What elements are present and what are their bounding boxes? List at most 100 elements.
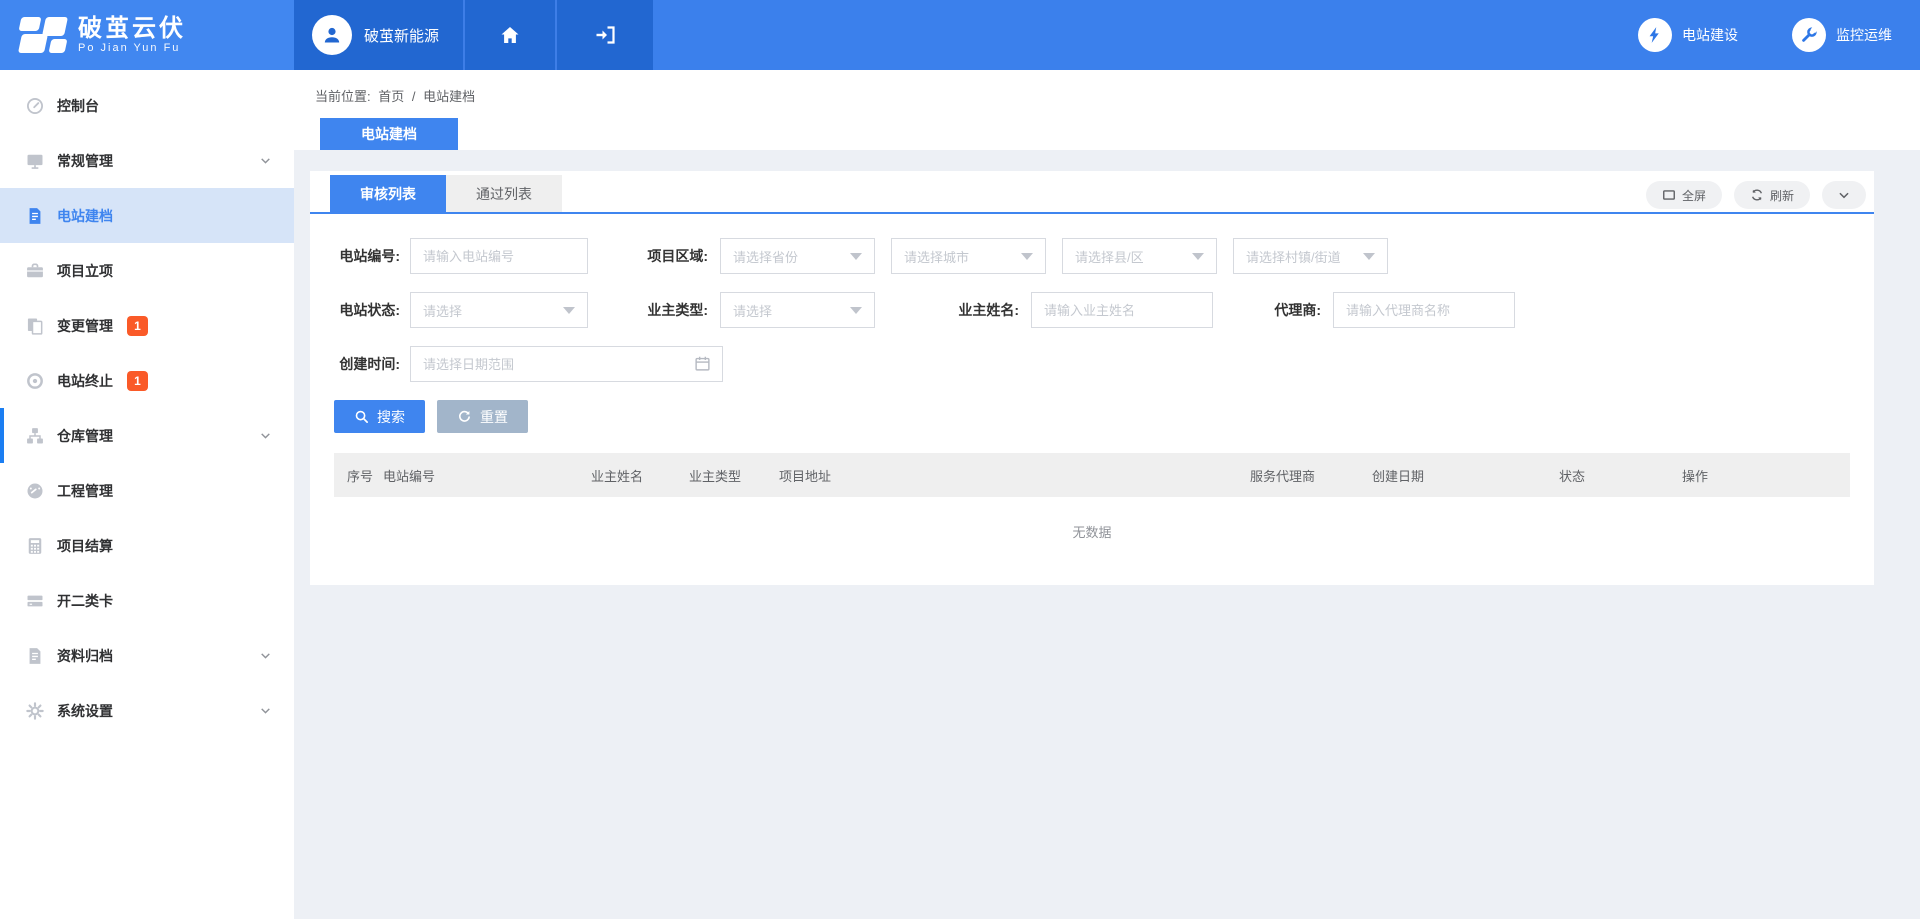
refresh-icon bbox=[1750, 188, 1764, 202]
collapse-button[interactable] bbox=[1822, 181, 1866, 209]
sidebar-item-label: 电站建档 bbox=[57, 206, 113, 226]
col-电站编号: 电站编号 bbox=[383, 466, 591, 485]
sidebar-item-label: 资料归档 bbox=[57, 646, 113, 666]
owner-type-placeholder: 请选择 bbox=[733, 301, 772, 320]
station-status-label: 电站状态: bbox=[334, 300, 410, 320]
caret-down-icon bbox=[1021, 253, 1033, 260]
user-account-button[interactable]: 破茧新能源 bbox=[294, 0, 463, 70]
mode-construction[interactable]: 电站建设 bbox=[1638, 18, 1738, 52]
calendar-icon bbox=[694, 355, 711, 372]
briefcase-icon bbox=[25, 261, 45, 281]
chevron-down-icon bbox=[1837, 188, 1851, 202]
breadcrumb-separator: / bbox=[412, 89, 416, 104]
col-状态: 状态 bbox=[1559, 466, 1682, 485]
sidebar-item-warehouse-mgmt[interactable]: 仓库管理 bbox=[0, 408, 294, 463]
breadcrumb-home[interactable]: 首页 bbox=[378, 89, 404, 104]
top-header: 破茧云伏 Po Jian Yun Fu 破茧新能源 bbox=[0, 0, 1920, 70]
mode-monitoring[interactable]: 监控运维 bbox=[1792, 18, 1892, 52]
refresh-label: 刷新 bbox=[1770, 187, 1794, 204]
panel-tools: 全屏 刷新 bbox=[1646, 181, 1866, 209]
notification-badge: 1 bbox=[127, 371, 148, 391]
gauge-icon bbox=[25, 96, 45, 116]
notification-badge: 1 bbox=[127, 316, 148, 336]
sidebar-item-label: 电站终止 bbox=[57, 371, 113, 391]
col-序号: 序号 bbox=[347, 466, 383, 485]
dashboard-icon bbox=[25, 481, 45, 501]
header-nav-group: 破茧新能源 bbox=[294, 0, 653, 70]
brand-logo-icon bbox=[20, 15, 66, 55]
header-mode-switch: 电站建设 监控运维 bbox=[1638, 0, 1920, 70]
caret-down-icon bbox=[1192, 253, 1204, 260]
sidebar-item-general-mgmt[interactable]: 常规管理 bbox=[0, 133, 294, 188]
col-项目地址: 项目地址 bbox=[779, 466, 1250, 485]
sidebar-item-change-mgmt[interactable]: 变更管理 1 bbox=[0, 298, 294, 353]
province-select[interactable]: 请选择省份 bbox=[720, 238, 875, 274]
sidebar-item-console[interactable]: 控制台 bbox=[0, 78, 294, 133]
owner-name-input[interactable] bbox=[1031, 292, 1213, 328]
breadcrumb-current: 电站建档 bbox=[423, 89, 475, 104]
home-button[interactable] bbox=[463, 0, 555, 70]
station-no-label: 电站编号: bbox=[334, 246, 410, 266]
sitemap-icon bbox=[25, 426, 45, 446]
sidebar-item-station-termination[interactable]: 电站终止 1 bbox=[0, 353, 294, 408]
home-icon bbox=[498, 23, 522, 47]
caret-down-icon bbox=[1363, 253, 1375, 260]
breadcrumb-prefix: 当前位置: bbox=[315, 89, 371, 104]
sidebar-item-label: 项目立项 bbox=[57, 261, 113, 281]
filter-actions: 搜索 重置 bbox=[310, 400, 1874, 433]
brand-logo: 破茧云伏 Po Jian Yun Fu bbox=[0, 0, 294, 70]
bolt-icon bbox=[1638, 18, 1672, 52]
station-no-input[interactable] bbox=[410, 238, 588, 274]
fullscreen-label: 全屏 bbox=[1682, 187, 1706, 204]
chevron-down-icon bbox=[259, 154, 272, 167]
sidebar-item-project-settlement[interactable]: 项目结算 bbox=[0, 518, 294, 573]
panel-tabs: 审核列表 通过列表 bbox=[310, 171, 1874, 214]
tab-passed-list[interactable]: 通过列表 bbox=[446, 175, 562, 212]
sidebar-item-open-class2-card[interactable]: 开二类卡 bbox=[0, 573, 294, 628]
copy-icon bbox=[25, 316, 45, 336]
county-select[interactable]: 请选择县/区 bbox=[1062, 238, 1217, 274]
results-table: 序号 电站编号 业主姓名 业主类型 项目地址 服务代理商 创建日期 状态 操作 … bbox=[334, 453, 1850, 565]
brand-name: 破茧云伏 bbox=[78, 16, 186, 42]
col-操作: 操作 bbox=[1682, 466, 1850, 485]
mode-construction-label: 电站建设 bbox=[1682, 25, 1738, 45]
table-header-row: 序号 电站编号 业主姓名 业主类型 项目地址 服务代理商 创建日期 状态 操作 bbox=[334, 453, 1850, 497]
sidebar: 控制台 常规管理 电站建档 项目立项 变更管理 1 bbox=[0, 70, 294, 919]
chevron-down-icon bbox=[259, 649, 272, 662]
date-range-picker[interactable] bbox=[410, 346, 723, 382]
sidebar-item-data-archive[interactable]: 资料归档 bbox=[0, 628, 294, 683]
user-icon bbox=[320, 23, 344, 47]
reset-button[interactable]: 重置 bbox=[437, 400, 528, 433]
date-range-input[interactable] bbox=[410, 346, 723, 382]
create-time-label: 创建时间: bbox=[334, 354, 410, 374]
search-button[interactable]: 搜索 bbox=[334, 400, 425, 433]
reset-label: 重置 bbox=[480, 407, 508, 427]
page-tab-station-filing[interactable]: 电站建档 bbox=[320, 118, 458, 150]
col-创建日期: 创建日期 bbox=[1372, 466, 1559, 485]
sidebar-item-engineering-mgmt[interactable]: 工程管理 bbox=[0, 463, 294, 518]
sidebar-item-project-initiation[interactable]: 项目立项 bbox=[0, 243, 294, 298]
filter-row-3: 创建时间: bbox=[334, 346, 1850, 382]
agent-input[interactable] bbox=[1333, 292, 1515, 328]
table-empty-state: 无数据 bbox=[334, 497, 1850, 565]
city-select[interactable]: 请选择城市 bbox=[891, 238, 1046, 274]
fullscreen-button[interactable]: 全屏 bbox=[1646, 181, 1722, 209]
header-spacer bbox=[653, 0, 1638, 70]
mode-monitoring-label: 监控运维 bbox=[1836, 25, 1892, 45]
sidebar-item-station-filing[interactable]: 电站建档 bbox=[0, 188, 294, 243]
sidebar-item-label: 工程管理 bbox=[57, 481, 113, 501]
tab-review-list[interactable]: 审核列表 bbox=[330, 175, 446, 212]
refresh-button[interactable]: 刷新 bbox=[1734, 181, 1810, 209]
search-icon bbox=[354, 409, 369, 424]
file-icon bbox=[25, 646, 45, 666]
owner-type-select[interactable]: 请选择 bbox=[720, 292, 875, 328]
search-label: 搜索 bbox=[377, 407, 405, 427]
logout-button[interactable] bbox=[555, 0, 653, 70]
brand-subtitle: Po Jian Yun Fu bbox=[78, 42, 186, 54]
station-status-select[interactable]: 请选择 bbox=[410, 292, 588, 328]
sidebar-item-label: 开二类卡 bbox=[57, 591, 113, 611]
town-select[interactable]: 请选择村镇/街道 bbox=[1233, 238, 1388, 274]
sidebar-item-system-settings[interactable]: 系统设置 bbox=[0, 683, 294, 738]
town-placeholder: 请选择村镇/街道 bbox=[1246, 247, 1341, 266]
avatar bbox=[312, 15, 352, 55]
